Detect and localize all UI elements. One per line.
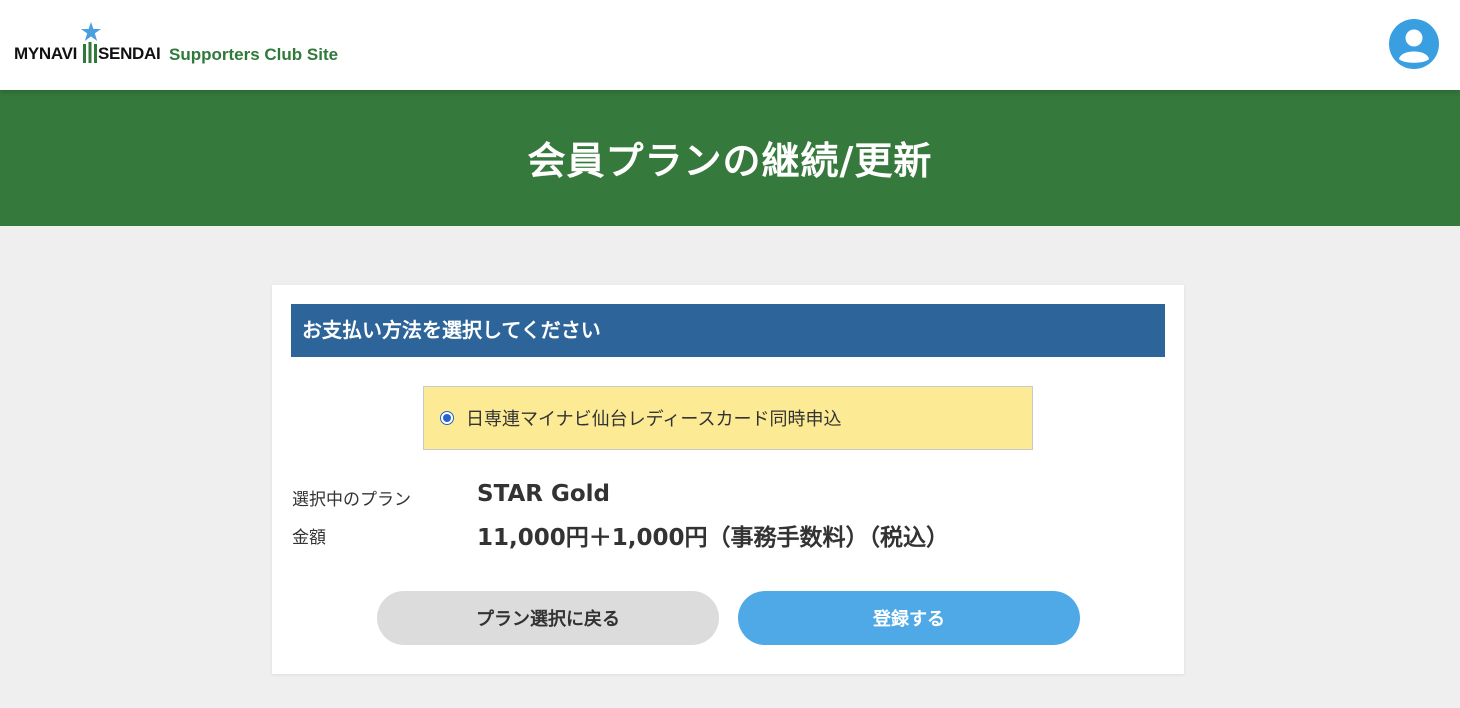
register-button[interactable]: 登録する [738,591,1080,645]
amount-value: 11,000円＋1,000円（事務手数料）（税込） [477,525,950,551]
selected-plan-value: STAR Gold [477,481,611,507]
site-header: MYNAVI SENDAI Supporters Club Site [0,0,1460,90]
amount-label: 金額 [292,528,326,548]
logo-brand-right: SENDAI [98,44,161,63]
payment-option-card[interactable]: 日専連マイナビ仙台レディースカード同時申込 [423,386,1033,450]
payment-method-heading: お支払い方法を選択してください [291,304,1165,357]
user-account-button[interactable] [1389,19,1439,69]
logo-subtitle: Supporters Club Site [169,45,339,64]
payment-option-radio[interactable] [440,411,454,425]
site-logo[interactable]: MYNAVI SENDAI Supporters Club Site [14,22,364,68]
user-circle-icon [1399,29,1429,63]
page-title-banner: 会員プランの継続/更新 [0,90,1460,226]
logo-bars-icon [83,42,97,63]
star-icon [81,22,101,41]
selected-plan-label: 選択中のプラン [292,490,411,510]
radio-selected-dot [443,414,451,422]
page-title: 会員プランの継続/更新 [527,138,933,183]
payment-option-label: 日専連マイナビ仙台レディースカード同時申込 [466,409,842,430]
back-to-plan-selection-button[interactable]: プラン選択に戻る [377,591,719,645]
payment-card: お支払い方法を選択してください 日専連マイナビ仙台レディースカード同時申込 選択… [272,285,1184,674]
logo-brand-left: MYNAVI [14,44,78,63]
